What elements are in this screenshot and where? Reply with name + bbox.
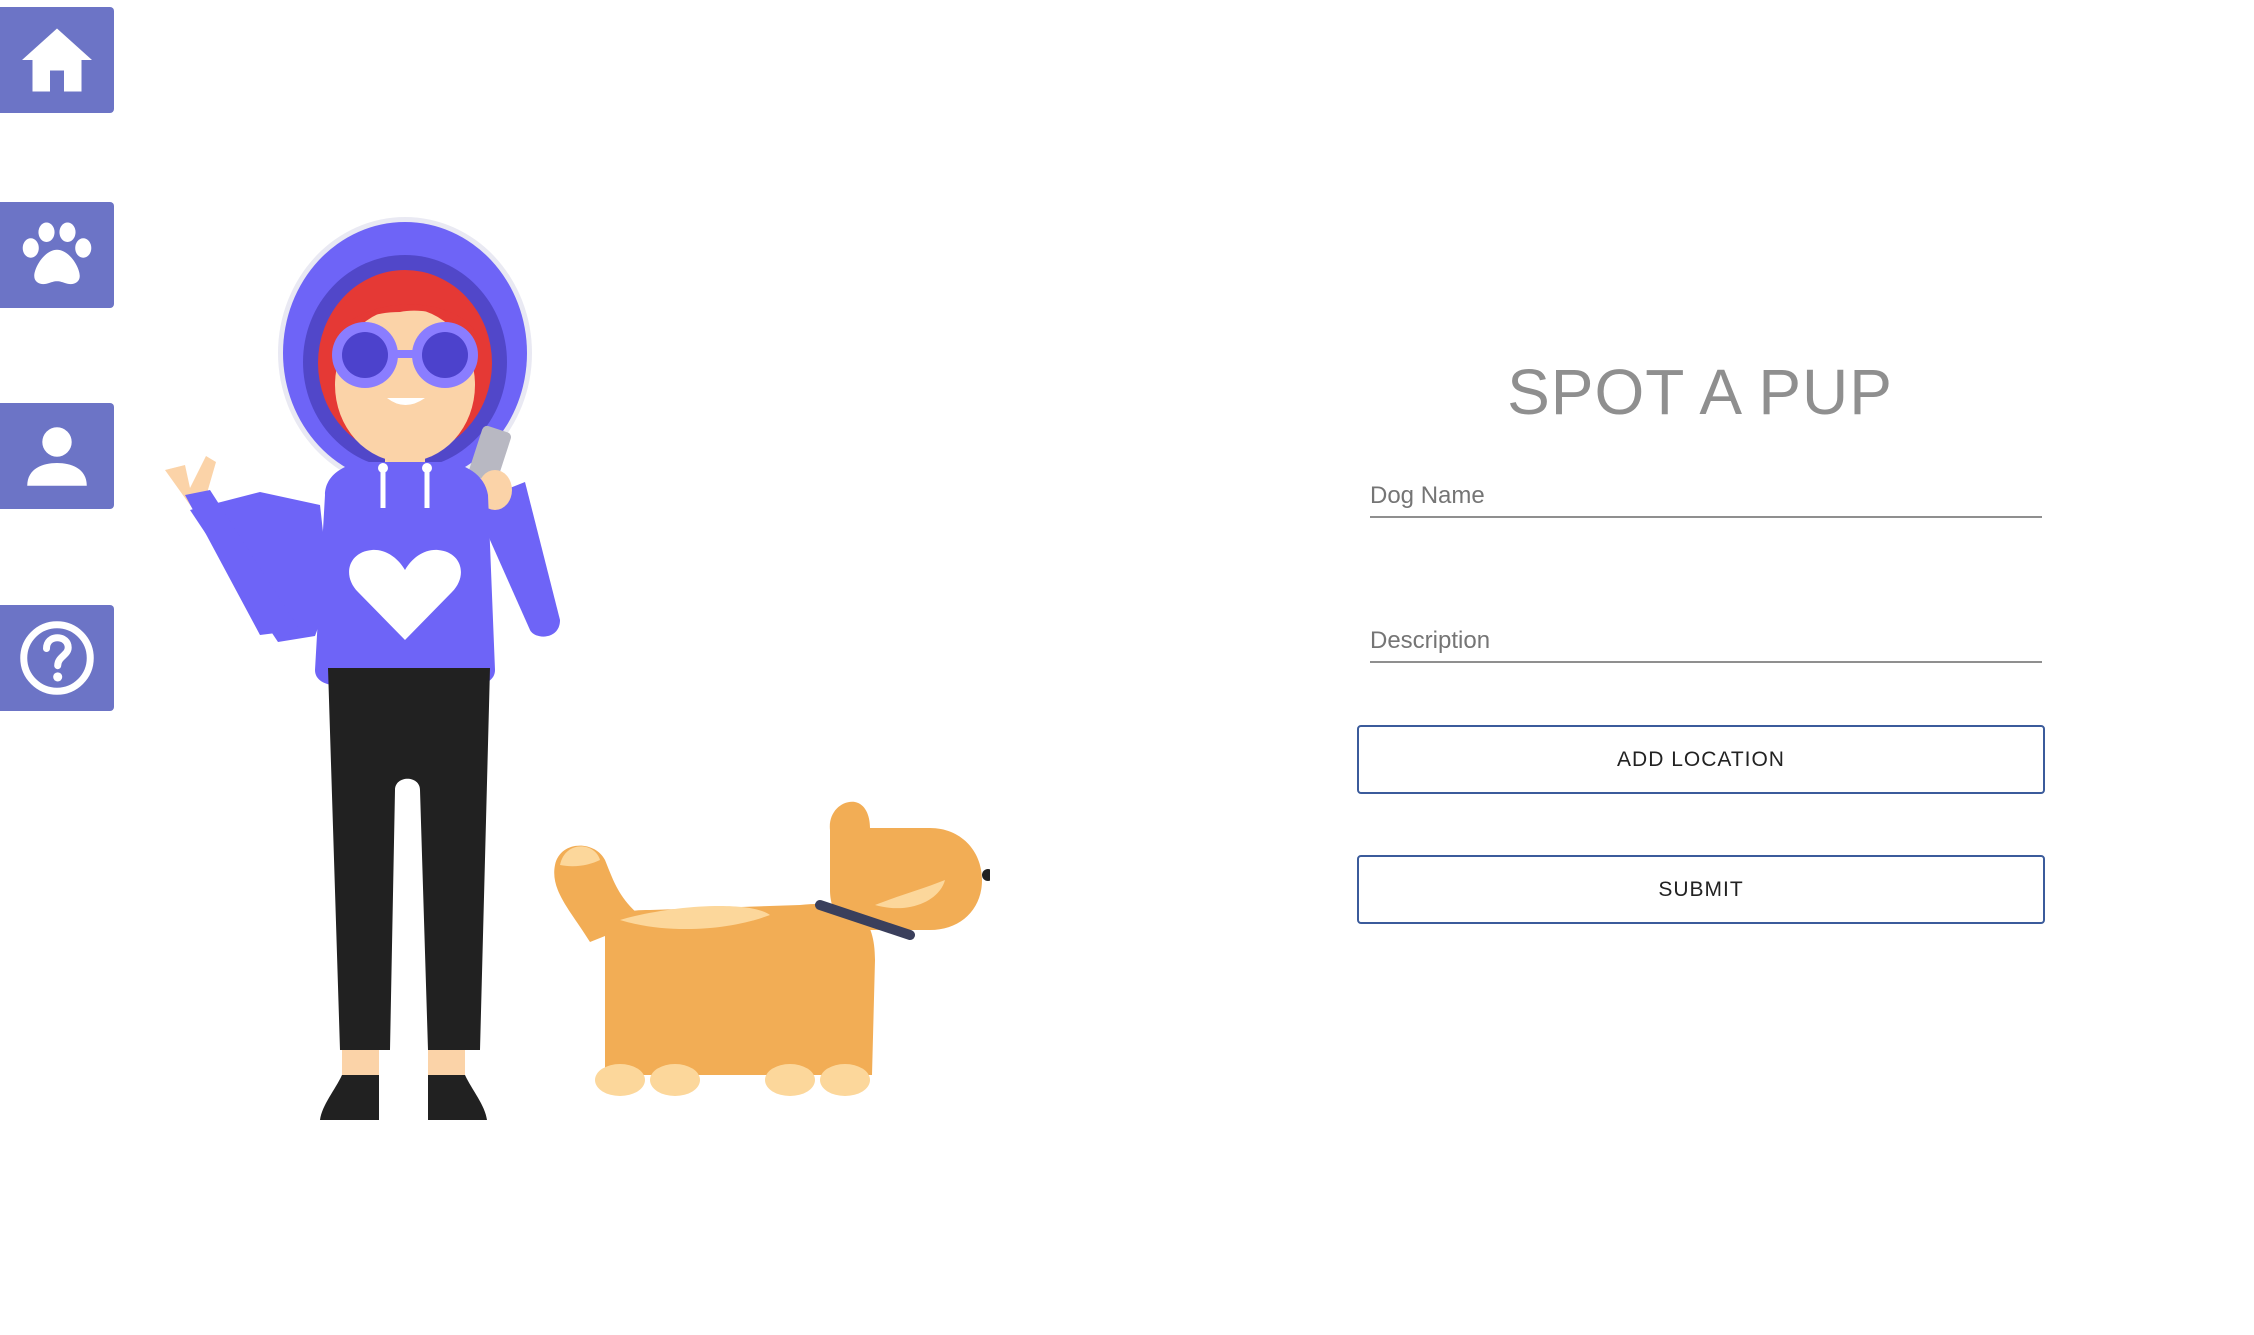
person-figure [165, 217, 560, 1120]
paw-icon [22, 222, 92, 285]
page-title: SPOT A PUP [1507, 356, 1893, 428]
help-icon [20, 621, 94, 695]
nav-home-button[interactable] [0, 7, 114, 113]
description-field [1370, 627, 2042, 663]
description-input[interactable] [1370, 627, 2042, 663]
add-location-button[interactable]: ADD LOCATION [1357, 725, 2045, 794]
dog-name-field [1370, 482, 2042, 518]
nav-help-button[interactable] [0, 605, 114, 711]
nav-paw-button[interactable] [0, 202, 114, 308]
dog-name-input[interactable] [1370, 482, 2042, 518]
person-with-dog-illustration [165, 217, 990, 1120]
user-icon [27, 427, 87, 486]
submit-button[interactable]: SUBMIT [1357, 855, 2045, 924]
dog-figure [554, 801, 990, 1096]
home-icon [22, 28, 92, 92]
nav-profile-button[interactable] [0, 403, 114, 509]
